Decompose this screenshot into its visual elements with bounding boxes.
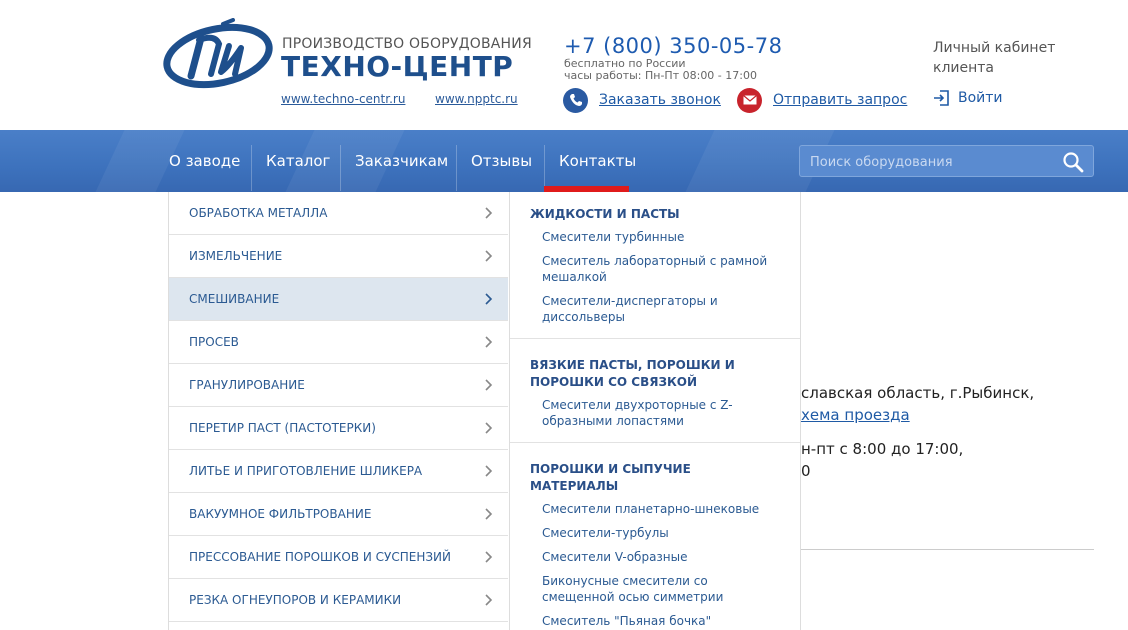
submenu-group-liquids: ЖИДКОСТИ И ПАСТЫ Смесители турбинные Сме… xyxy=(510,192,800,339)
login-button[interactable]: Войти xyxy=(932,89,1003,107)
login-icon xyxy=(934,90,949,106)
submenu-group-title[interactable]: ПОРОШКИ И СЫПУЧИЕ МАТЕРИАЛЫ xyxy=(530,461,780,495)
submenu-link[interactable]: Смесители-диспергаторы и диссольверы xyxy=(530,293,780,325)
cabinet-line-2: клиента xyxy=(933,60,995,76)
catalog-item-label: ЛИТЬЕ И ПРИГОТОВЛЕНИЕ ШЛИКЕРА xyxy=(189,464,423,478)
site-link-techno-centr[interactable]: www.techno-centr.ru xyxy=(281,92,405,106)
nav-item-catalog[interactable]: Каталог xyxy=(266,130,330,192)
nav-divider xyxy=(544,145,545,191)
mixing-submenu: ЖИДКОСТИ И ПАСТЫ Смесители турбинные Сме… xyxy=(509,192,801,630)
catalog-item-label: РЕЗКА ОГНЕУПОРОВ И КЕРАМИКИ xyxy=(189,593,402,607)
chevron-right-icon xyxy=(485,207,493,219)
client-cabinet-title: Личный кабинет клиента xyxy=(933,38,1055,78)
company-logo[interactable] xyxy=(163,18,273,90)
catalog-item-label: ПРОСЕВ xyxy=(189,335,239,349)
chevron-right-icon xyxy=(485,250,493,262)
contact-hours-text: н-пт с 8:00 до 17:00, xyxy=(801,440,964,458)
chevron-right-icon xyxy=(485,594,493,606)
route-map-link[interactable]: хема проезда xyxy=(801,406,910,424)
catalog-item-vacuum-filtering[interactable]: ВАКУУМНОЕ ФИЛЬТРОВАНИЕ xyxy=(169,493,508,536)
catalog-item-mixing[interactable]: СМЕШИВАНИЕ xyxy=(169,278,508,321)
submenu-link[interactable]: Смесители-турбулы xyxy=(530,525,780,541)
catalog-item-pressing[interactable]: ПРЕССОВАНИЕ ПОРОШКОВ И СУСПЕНЗИЙ xyxy=(169,536,508,579)
submenu-link[interactable]: Смеситель "Пьяная бочка" xyxy=(530,613,780,629)
submenu-link[interactable]: Смесители турбинные xyxy=(530,229,780,245)
submenu-group-viscous: ВЯЗКИЕ ПАСТЫ, ПОРОШКИ И ПОРОШКИ СО СВЯЗК… xyxy=(510,339,800,443)
catalog-item-label: СМЕШИВАНИЕ xyxy=(189,292,280,306)
catalog-item-label: ИЗМЕЛЬЧЕНИЕ xyxy=(189,249,283,263)
send-request-button[interactable]: Отправить запрос xyxy=(737,87,907,113)
submenu-group-title[interactable]: ЖИДКОСТИ И ПАСТЫ xyxy=(530,206,780,223)
submenu-link[interactable]: Биконусные смесители со смещенной осью с… xyxy=(530,573,780,605)
catalog-item-label: ПРЕССОВАНИЕ ПОРОШКОВ И СУСПЕНЗИЙ xyxy=(189,550,452,564)
chevron-right-icon xyxy=(485,551,493,563)
nav-item-about[interactable]: О заводе xyxy=(169,130,240,192)
nav-divider xyxy=(456,145,457,191)
cabinet-line-1: Личный кабинет xyxy=(933,40,1056,56)
submenu-link[interactable]: Смесители планетарно-шнековые xyxy=(530,501,780,517)
catalog-item-granulating[interactable]: ГРАНУЛИРОВАНИЕ xyxy=(169,364,508,407)
contact-extra-text: 0 xyxy=(801,462,811,480)
site-link-npptc[interactable]: www.npptc.ru xyxy=(435,92,518,106)
contact-address-text: славская область, г.Рыбинск, xyxy=(801,384,1035,402)
nav-item-customers[interactable]: Заказчикам xyxy=(355,130,448,192)
catalog-item-slip-casting[interactable]: ЛИТЬЕ И ПРИГОТОВЛЕНИЕ ШЛИКЕРА xyxy=(169,450,508,493)
catalog-menu: ОБРАБОТКА МЕТАЛЛА ИЗМЕЛЬЧЕНИЕ СМЕШИВАНИЕ… xyxy=(168,192,508,630)
login-label: Войти xyxy=(958,90,1003,106)
catalog-item-sieving[interactable]: ПРОСЕВ xyxy=(169,321,508,364)
catalog-item-label: ОБРАБОТКА МЕТАЛЛА xyxy=(189,206,328,220)
chevron-right-icon xyxy=(485,336,493,348)
phone-note: бесплатно по России часы работы: Пн-Пт 0… xyxy=(564,58,757,82)
search-input[interactable] xyxy=(810,152,1050,172)
route-map-link-label: хема проезда xyxy=(801,406,910,424)
catalog-item-cutting[interactable]: РЕЗКА ОГНЕУПОРОВ И КЕРАМИКИ xyxy=(169,579,508,622)
catalog-item-metal[interactable]: ОБРАБОТКА МЕТАЛЛА xyxy=(169,192,508,235)
chevron-right-icon xyxy=(485,379,493,391)
chevron-right-icon xyxy=(485,293,493,305)
chevron-right-icon xyxy=(485,508,493,520)
logo-emblem-icon xyxy=(163,18,273,89)
search-icon[interactable] xyxy=(1061,150,1085,174)
phone-note-hours: часы работы: Пн-Пт 08:00 - 17:00 xyxy=(564,69,757,82)
submenu-link[interactable]: Смесители V-образные xyxy=(530,549,780,565)
search-box xyxy=(799,145,1094,177)
catalog-item-paste-grinding[interactable]: ПЕРЕТИР ПАСТ (ПАСТОТЕРКИ) xyxy=(169,407,508,450)
envelope-icon xyxy=(737,87,762,113)
chevron-right-icon xyxy=(485,465,493,477)
chevron-right-icon xyxy=(485,422,493,434)
submenu-link[interactable]: Смеситель лабораторный с рамной мешалкой xyxy=(530,253,780,285)
catalog-item-label: ПЕРЕТИР ПАСТ (ПАСТОТЕРКИ) xyxy=(189,421,376,435)
phone-number[interactable]: +7 (800) 350-05-78 xyxy=(564,34,782,58)
call-back-label: Заказать звонок xyxy=(599,92,721,108)
nav-divider xyxy=(251,145,252,191)
catalog-item-label: ГРАНУЛИРОВАНИЕ xyxy=(189,378,305,392)
catalog-item-label: ВАКУУМНОЕ ФИЛЬТРОВАНИЕ xyxy=(189,507,372,521)
submenu-link[interactable]: Смесители двухроторные с Z-образными лоп… xyxy=(530,397,780,429)
catalog-item-grinding[interactable]: ИЗМЕЛЬЧЕНИЕ xyxy=(169,235,508,278)
company-name: ТЕХНО-ЦЕНТР xyxy=(281,50,514,83)
send-request-label: Отправить запрос xyxy=(773,92,908,108)
submenu-group-title[interactable]: ВЯЗКИЕ ПАСТЫ, ПОРОШКИ И ПОРОШКИ СО СВЯЗК… xyxy=(530,357,780,391)
site-header: ПРОИЗВОДСТВО ОБОРУДОВАНИЯ ТЕХНО-ЦЕНТР ww… xyxy=(0,0,1128,130)
submenu-group-powders: ПОРОШКИ И СЫПУЧИЕ МАТЕРИАЛЫ Смесители пл… xyxy=(510,443,800,630)
phone-icon xyxy=(563,87,588,113)
nav-item-reviews[interactable]: Отзывы xyxy=(471,130,532,192)
call-back-button[interactable]: Заказать звонок xyxy=(563,87,721,113)
nav-divider xyxy=(340,145,341,191)
nav-item-contacts[interactable]: Контакты xyxy=(559,130,636,192)
